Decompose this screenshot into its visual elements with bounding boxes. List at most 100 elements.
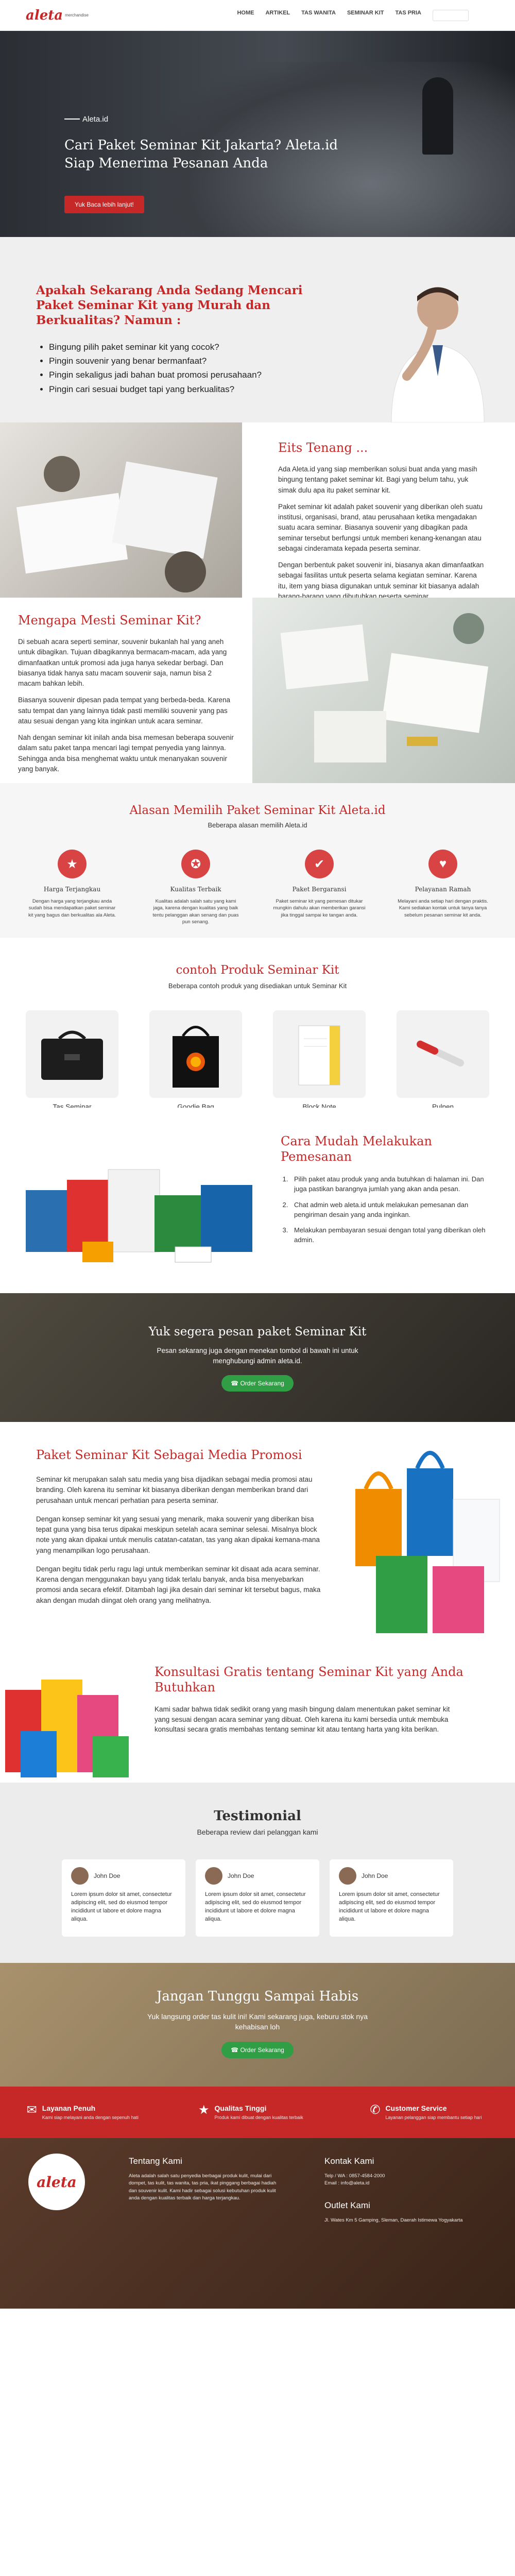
avatar: [71, 1867, 89, 1885]
review-text: Lorem ipsum dolor sit amet, consectetur …: [339, 1891, 440, 1922]
testimonial-card: John Doe Lorem ipsum dolor sit amet, con…: [196, 1859, 319, 1937]
menu-tas-pria[interactable]: TAS PRIA: [395, 10, 421, 21]
menu-tas-wanita[interactable]: TAS WANITA: [301, 10, 336, 21]
alasan-section: Alasan Memilih Paket Seminar Kit Aleta.i…: [0, 783, 515, 938]
konsultasi-text: Kami sadar bahwa tidak sedikit orang yan…: [154, 1705, 450, 1734]
order-button[interactable]: ☎ Order Sekarang: [221, 2041, 294, 2058]
colorful-bags-image: [5, 1680, 129, 1777]
promosi-paragraph: Dengan konsep seminar kit yang sesuai ya…: [36, 1515, 320, 1554]
footer-about-text: Aleta adalah salah satu penyedia berbaga…: [129, 2173, 277, 2201]
reviewer-name: John Doe: [94, 1872, 121, 1879]
konsultasi-title: Konsultasi Gratis tentang Seminar Kit ya…: [154, 1665, 464, 1694]
menu-artikel[interactable]: ARTIKEL: [265, 10, 290, 21]
search-input[interactable]: [433, 9, 469, 21]
reason-title: Pelayanan Ramah: [415, 886, 471, 893]
tenang-title: Eits Tenang ...: [278, 440, 368, 455]
list-item: Pingin souvenir yang benar bermanfaat?: [49, 354, 262, 368]
tenang-section: Eits Tenang ... Ada Aleta.id yang siap m…: [0, 422, 515, 600]
feature-item: ✉ Layanan Penuh Kami siap melayani anda d…: [27, 2104, 145, 2121]
feature-text: Layanan pelanggan siap membantu setiap h…: [385, 2114, 482, 2120]
feature-title: Customer Service: [385, 2104, 447, 2112]
order-button-label: Order Sekarang: [240, 2046, 284, 2054]
review-text: Lorem ipsum dolor sit amet, consectetur …: [205, 1891, 306, 1922]
list-item: Bingung pilih paket seminar kit yang coc…: [49, 340, 262, 354]
meeting-photo: [0, 422, 242, 598]
hero-title: Cari Paket Seminar Kit Jakarta? Aleta.id…: [64, 138, 338, 172]
mengapa-paragraph: Di sebuah acara seperti seminar, souveni…: [18, 638, 227, 687]
menu-seminar-kit[interactable]: SEMINAR KIT: [347, 10, 384, 21]
order-cta-section: Yuk segera pesan paket Seminar Kit Pesan…: [0, 1293, 515, 1422]
feature-item: ✆ Customer Service Layanan pelanggan siap…: [370, 2104, 488, 2121]
cta-title: Jangan Tunggu Sampai Habis: [156, 1989, 359, 2004]
alasan-subtitle: Beberapa alasan memilih Aleta.id: [208, 821, 307, 829]
seminar-kit-bundle-image: [26, 1169, 252, 1263]
list-item: Pingin sekaligus jadi bahan buat promosi…: [49, 368, 262, 382]
reason-card: ♥ Pelayanan Ramah Melayani anda setiap h…: [397, 850, 489, 925]
order-button-label: Order Sekarang: [240, 1380, 284, 1387]
order-button[interactable]: ☎ Order Sekarang: [221, 1375, 294, 1392]
goodie-bag-image: [149, 1010, 242, 1098]
cara-title: Cara Mudah Melakukan Pemesanan: [281, 1134, 432, 1164]
reason-card: ✪ Kualitas Terbaik Kualitas adalah salah…: [149, 850, 242, 925]
promosi-paragraph: Seminar kit merupakan salah satu media y…: [36, 1476, 313, 1504]
reason-card: ★ Harga Terjangkau Dengan harga yang ter…: [26, 850, 118, 925]
footer-logo[interactable]: aleta: [28, 2154, 85, 2210]
reason-card: ✔ Paket Bergaransi Paket seminar kit yan…: [273, 850, 366, 925]
feature-text: Produk kami dibuat dengan kualitas terba…: [214, 2114, 303, 2120]
chat-icon: ✉: [26, 2103, 37, 2117]
reason-title: Harga Terjangkau: [43, 886, 101, 893]
headset-icon: ✆: [370, 2103, 381, 2117]
logo-sub: merchandise: [65, 13, 89, 18]
cta-title: Yuk segera pesan paket Seminar Kit: [148, 1325, 367, 1338]
testimonial-subtitle: Beberapa review dari pelanggan kami: [197, 1828, 318, 1836]
hero-tag: Aleta.id: [82, 115, 109, 124]
konsultasi-section: Konsultasi Gratis tentang Seminar Kit ya…: [0, 1649, 515, 1783]
promosi-paragraph: Dengan begitu tidak perlu ragu lagi untu…: [36, 1565, 321, 1604]
tenang-paragraph: Dengan berbentuk paket souvenir ini, bia…: [278, 561, 484, 600]
tote-bags-image: [355, 1451, 500, 1633]
logo-text: aleta: [26, 7, 63, 23]
footer-outlet-text: Jl. Wates Km 5 Gamping, Sleman, Daerah I…: [324, 2217, 463, 2223]
features-bar: ✉ Layanan Penuh Kami siap melayani anda d…: [0, 2087, 515, 2138]
block-note-image: [273, 1010, 366, 1098]
list-item: Pingin cari sesuai budget tapi yang berk…: [49, 382, 262, 396]
workshop-photo: [252, 598, 515, 783]
produk-title: contoh Produk Seminar Kit: [176, 963, 339, 977]
reason-text: Kualitas adalah salah satu yang kami jag…: [152, 899, 239, 925]
reason-text: Dengan harga yang terjangkau anda sudah …: [28, 899, 116, 918]
list-item: Melakukan pembayaran sesuai dengan total…: [290, 1226, 497, 1245]
promosi-section: Paket Seminar Kit Sebagai Media Promosi …: [0, 1422, 515, 1649]
speaker-silhouette: [422, 77, 453, 155]
produk-subtitle: Beberapa contoh produk yang disediakan u…: [168, 982, 347, 990]
intro-list: Bingung pilih paket seminar kit yang coc…: [49, 340, 262, 396]
tenang-paragraph: Ada Aleta.id yang siap memberikan solusi…: [278, 465, 477, 494]
testimonial-card: John Doe Lorem ipsum dolor sit amet, con…: [330, 1859, 453, 1937]
product-card[interactable]: Block Note: [273, 1010, 366, 1111]
mengapa-title: Mengapa Mesti Seminar Kit?: [18, 613, 201, 628]
read-more-button[interactable]: Yuk Baca lebih lanjut!: [64, 196, 144, 213]
reason-title: Kualitas Terbaik: [170, 886, 221, 893]
star-icon: ★: [198, 2103, 210, 2117]
cta-text: Yuk langsung order tas kulit ini! Kami s…: [147, 2012, 368, 2031]
product-card[interactable]: Tas Seminar: [26, 1010, 118, 1111]
promosi-title: Paket Seminar Kit Sebagai Media Promosi: [36, 1448, 302, 1462]
logo[interactable]: aleta merchandise: [26, 8, 89, 23]
product-card[interactable]: Pulpen: [397, 1010, 489, 1111]
feature-text: Kami siap melayani anda dengan sepenuh h…: [42, 2114, 139, 2120]
reason-text: Paket seminar kit yang pemesan ditukar m…: [273, 899, 366, 918]
feature-title: Qualitas Tinggi: [214, 2104, 267, 2112]
reviewer-name: John Doe: [362, 1872, 388, 1879]
menu-home[interactable]: HOME: [237, 10, 254, 21]
tenang-paragraph: Paket seminar kit adalah paket souvenir …: [278, 502, 483, 552]
footer-about-title: Tentang Kami: [129, 2156, 182, 2166]
list-item: Pilih paket atau produk yang anda butuhk…: [290, 1175, 497, 1194]
medal-icon: ✪: [181, 850, 210, 878]
footer-contact-text: Telp / WA : 0857-4584-2000 Email : info@…: [324, 2173, 385, 2187]
feature-item: ★ Qualitas Tinggi Produk kami dibuat deng…: [198, 2104, 317, 2121]
heart-icon: ♥: [428, 850, 457, 878]
hero-accent-line: [64, 118, 80, 120]
product-card[interactable]: Goodie Bag: [149, 1010, 242, 1111]
footer: aleta Tentang Kami Aleta adalah salah sa…: [0, 2138, 515, 2309]
cta-text: Pesan sekarang juga dengan menekan tombo…: [157, 1347, 358, 1365]
intro-section: Apakah Sekarang Anda Sedang Mencari Pake…: [0, 237, 515, 422]
